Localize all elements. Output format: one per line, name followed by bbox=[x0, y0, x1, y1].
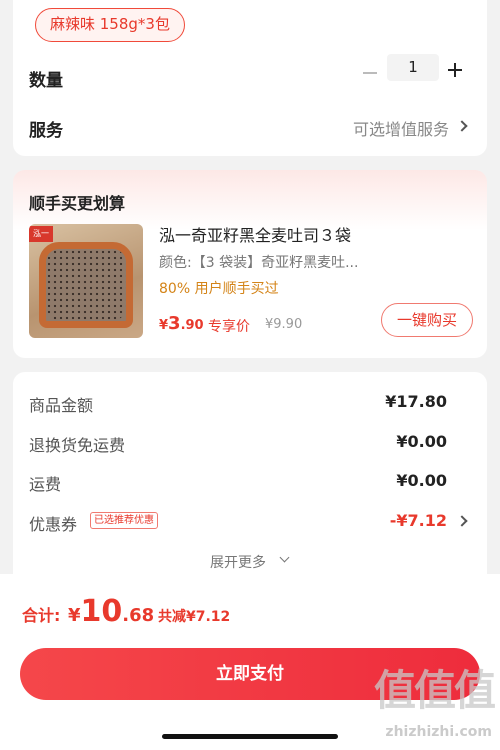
summary-label-goods: 商品金额 bbox=[29, 396, 94, 415]
service-value[interactable]: 可选增值服务 bbox=[353, 116, 449, 140]
price-int: 3 bbox=[168, 313, 181, 334]
total-saved: 共减¥7.12 bbox=[158, 609, 231, 625]
summary-label-shipping: 运费 bbox=[29, 475, 62, 494]
watermark-url: zhizhizhi.com bbox=[385, 724, 492, 740]
brand-tag: 泓一 bbox=[29, 226, 53, 242]
quantity-increase-button[interactable] bbox=[445, 60, 465, 80]
chevron-right-icon[interactable] bbox=[456, 515, 468, 527]
addon-card: 顺手买更划算 泓一 泓一奇亚籽黑全麦吐司３袋 颜色:【3 袋装】奇亚籽黑麦吐..… bbox=[13, 170, 487, 358]
service-label: 服务 bbox=[29, 121, 63, 141]
product-variant: 颜色:【3 袋装】奇亚籽黑麦吐... bbox=[159, 255, 359, 271]
summary-value-coupon[interactable]: -¥7.12 bbox=[390, 511, 447, 530]
summary-value-shipping: ¥0.00 bbox=[396, 471, 447, 490]
price-summary-card: 商品金额 ¥17.80 退换货免运费 ¥0.00 运费 ¥0.00 优惠券 已选… bbox=[13, 372, 487, 602]
quantity-label: 数量 bbox=[29, 71, 63, 91]
bread-seeds bbox=[46, 249, 126, 321]
summary-label-return: 退换货免运费 bbox=[29, 436, 126, 455]
original-price: ¥9.90 bbox=[265, 317, 303, 332]
price-dec: .90 bbox=[180, 318, 204, 333]
social-proof: 80% 用户顺手买过 bbox=[159, 281, 279, 297]
total-amount: 合计: ¥10.68 bbox=[22, 594, 154, 629]
one-click-buy-button[interactable]: 一键购买 bbox=[381, 303, 473, 337]
order-options-card: 麻辣味 158g*3包 数量 1 服务 可选增值服务 bbox=[13, 0, 487, 156]
price-symbol: ¥ bbox=[159, 318, 169, 333]
total-dec: .68 bbox=[122, 605, 155, 626]
chevron-right-icon[interactable] bbox=[456, 120, 468, 132]
home-indicator[interactable] bbox=[162, 734, 338, 739]
quantity-input[interactable]: 1 bbox=[387, 54, 439, 81]
quantity-decrease-button[interactable] bbox=[361, 63, 381, 83]
product-name[interactable]: 泓一奇亚籽黑全麦吐司３袋 bbox=[159, 222, 351, 246]
chevron-down-icon[interactable] bbox=[279, 552, 290, 563]
product-price: ¥3.90 bbox=[159, 313, 204, 334]
summary-value-goods: ¥17.80 bbox=[385, 392, 447, 411]
selected-spec-chip[interactable]: 麻辣味 158g*3包 bbox=[35, 8, 185, 42]
summary-label-coupon[interactable]: 优惠券 bbox=[29, 511, 77, 535]
addon-title: 顺手买更划算 bbox=[29, 194, 126, 213]
summary-value-return: ¥0.00 bbox=[396, 432, 447, 451]
expand-more-link[interactable]: 展开更多 bbox=[210, 552, 266, 572]
total-symbol: ¥ bbox=[67, 605, 81, 626]
watermark-logo: 值值值 bbox=[373, 666, 496, 715]
coupon-badge: 已选推荐优惠 bbox=[90, 512, 158, 529]
product-thumbnail[interactable]: 泓一 bbox=[29, 224, 143, 338]
checkout-bar: 合计: ¥10.68 共减¥7.12 立即支付 值值值 zhizhizhi.co… bbox=[0, 574, 500, 750]
total-int: 10 bbox=[80, 594, 123, 629]
total-label: 合计: bbox=[22, 606, 61, 625]
price-tag: 专享价 bbox=[208, 319, 250, 335]
